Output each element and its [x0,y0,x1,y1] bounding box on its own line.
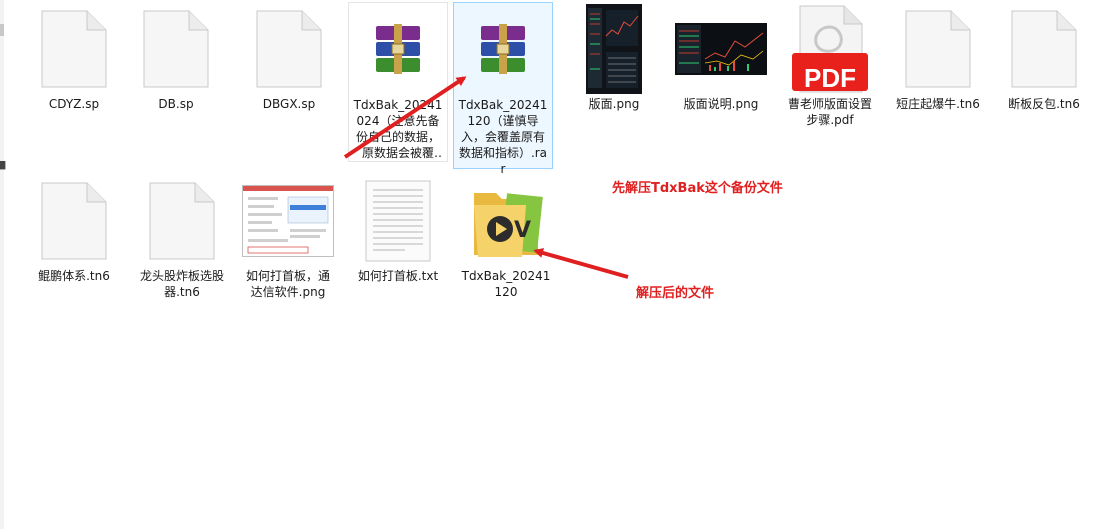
image-thumbnail-icon [673,6,769,92]
file-explorer-view: ■ CDYZ.sp DB.sp DBGX.sp TdxBak_20241024（… [0,0,1107,529]
file-label: TdxBak_20241024（注意先备份自己的数据，原数据会被覆盖... [353,98,443,160]
file-duanban-fanbao-tn6[interactable]: 断板反包.tn6 [994,2,1094,112]
blank-document-icon [996,6,1092,92]
file-label: 短庄起爆牛.tn6 [896,97,980,111]
blank-document-icon [241,6,337,92]
file-banmian-png[interactable]: 版面.png [564,2,664,112]
scroll-chip [0,24,4,36]
blank-document-icon [128,6,224,92]
blank-document-icon [890,6,986,92]
file-label: CDYZ.sp [48,97,100,111]
navigation-pane-edge: ■ [0,0,6,529]
folder-player-glyph: V [514,218,531,243]
file-ruhe-dashouban-txt[interactable]: 如何打首板.txt [348,174,448,284]
folder-tdxbak-20241120[interactable]: V TdxBak_20241120 [456,174,556,300]
annotation-after-extract: 解压后的文件 [636,286,715,301]
file-cdyz-sp[interactable]: CDYZ.sp [24,2,124,112]
text-document-icon [350,178,446,264]
file-label: TdxBak_20241120 [461,269,551,299]
pdf-badge-text: PDF [804,63,856,93]
file-ruhe-dashouban-png[interactable]: 如何打首板，通达信软件.png [238,174,338,300]
folder-icon: V [458,178,554,264]
file-label: DB.sp [158,97,194,111]
winrar-archive-icon [455,7,551,93]
file-label: 如何打首板.txt [357,269,439,283]
image-thumbnail-icon [240,178,336,264]
file-tdxbak-20241024-rar[interactable]: TdxBak_20241024（注意先备份自己的数据，原数据会被覆盖... [348,2,448,162]
file-label: TdxBak_20241120（谨慎导入，会覆盖原有数据和指标）.rar [458,98,548,176]
file-label: DBGX.sp [262,97,316,111]
file-cao-laoshi-pdf[interactable]: PDF 曹老师版面设置步骤.pdf [780,2,880,128]
file-longtou-zhaban-tn6[interactable]: 龙头股炸板选股器.tn6 [132,174,232,300]
file-label: 断板反包.tn6 [1008,97,1080,111]
image-thumbnail-icon [566,4,662,94]
file-label: 如何打首板，通达信软件.png [245,269,330,299]
annotation-extract-first: 先解压TdxBak这个备份文件 [612,181,783,196]
blank-document-icon [134,178,230,264]
file-duanzhuang-qibaoniu-tn6[interactable]: 短庄起爆牛.tn6 [888,2,988,112]
file-label: 曹老师版面设置步骤.pdf [787,97,872,127]
nav-pane-glyph: ■ [0,158,6,171]
file-label: 龙头股炸板选股器.tn6 [139,269,224,299]
file-label: 鲲鹏体系.tn6 [38,269,110,283]
file-label: 版面.png [588,97,640,111]
pdf-icon: PDF [782,5,878,93]
blank-document-icon [26,6,122,92]
file-banmian-shuoming-png[interactable]: 版面说明.png [671,2,771,112]
file-db-sp[interactable]: DB.sp [126,2,226,112]
file-tdxbak-20241120-rar[interactable]: TdxBak_20241120（谨慎导入，会覆盖原有数据和指标）.rar [453,2,553,176]
winrar-archive-icon [350,7,446,93]
blank-document-icon [26,178,122,264]
file-label: 版面说明.png [683,97,759,111]
file-kunpeng-tixi-tn6[interactable]: 鲲鹏体系.tn6 [24,174,124,284]
file-dbgx-sp[interactable]: DBGX.sp [239,2,339,112]
